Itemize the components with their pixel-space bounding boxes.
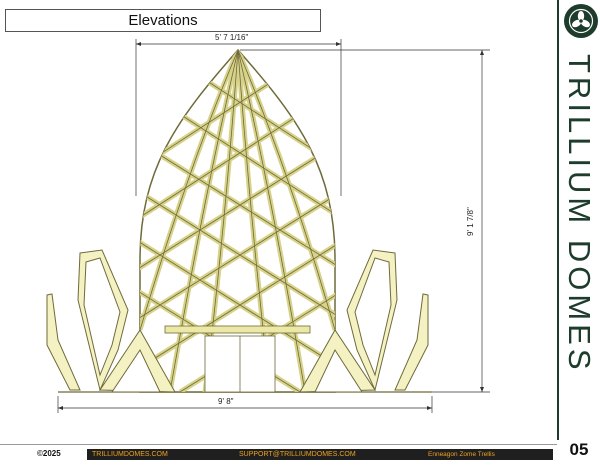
- support-email-link[interactable]: SUPPORT@TRILLIUMDOMES.COM: [239, 449, 356, 460]
- product-name: Enneagon Zome Trellis: [428, 451, 495, 458]
- brand-name: TRILLIUM DOMES: [562, 54, 597, 374]
- height-label: 9' 1 7/8": [466, 207, 475, 236]
- copyright-text: ©2025: [37, 449, 61, 458]
- elevations-page: Elevations 5' 7 1/16" 9' 1 7/8" 9' 8" TR…: [0, 0, 600, 464]
- trillium-flower-icon: [564, 4, 598, 38]
- page-number: 05: [569, 440, 589, 459]
- dome-structure: [139, 48, 336, 393]
- base-width-label: 9' 8": [218, 397, 234, 406]
- website-link[interactable]: TRILLIUMDOMES.COM: [92, 449, 168, 460]
- top-width-label: 5' 7 1/16": [215, 33, 249, 42]
- brand-sidebar: TRILLIUM DOMES: [557, 0, 600, 440]
